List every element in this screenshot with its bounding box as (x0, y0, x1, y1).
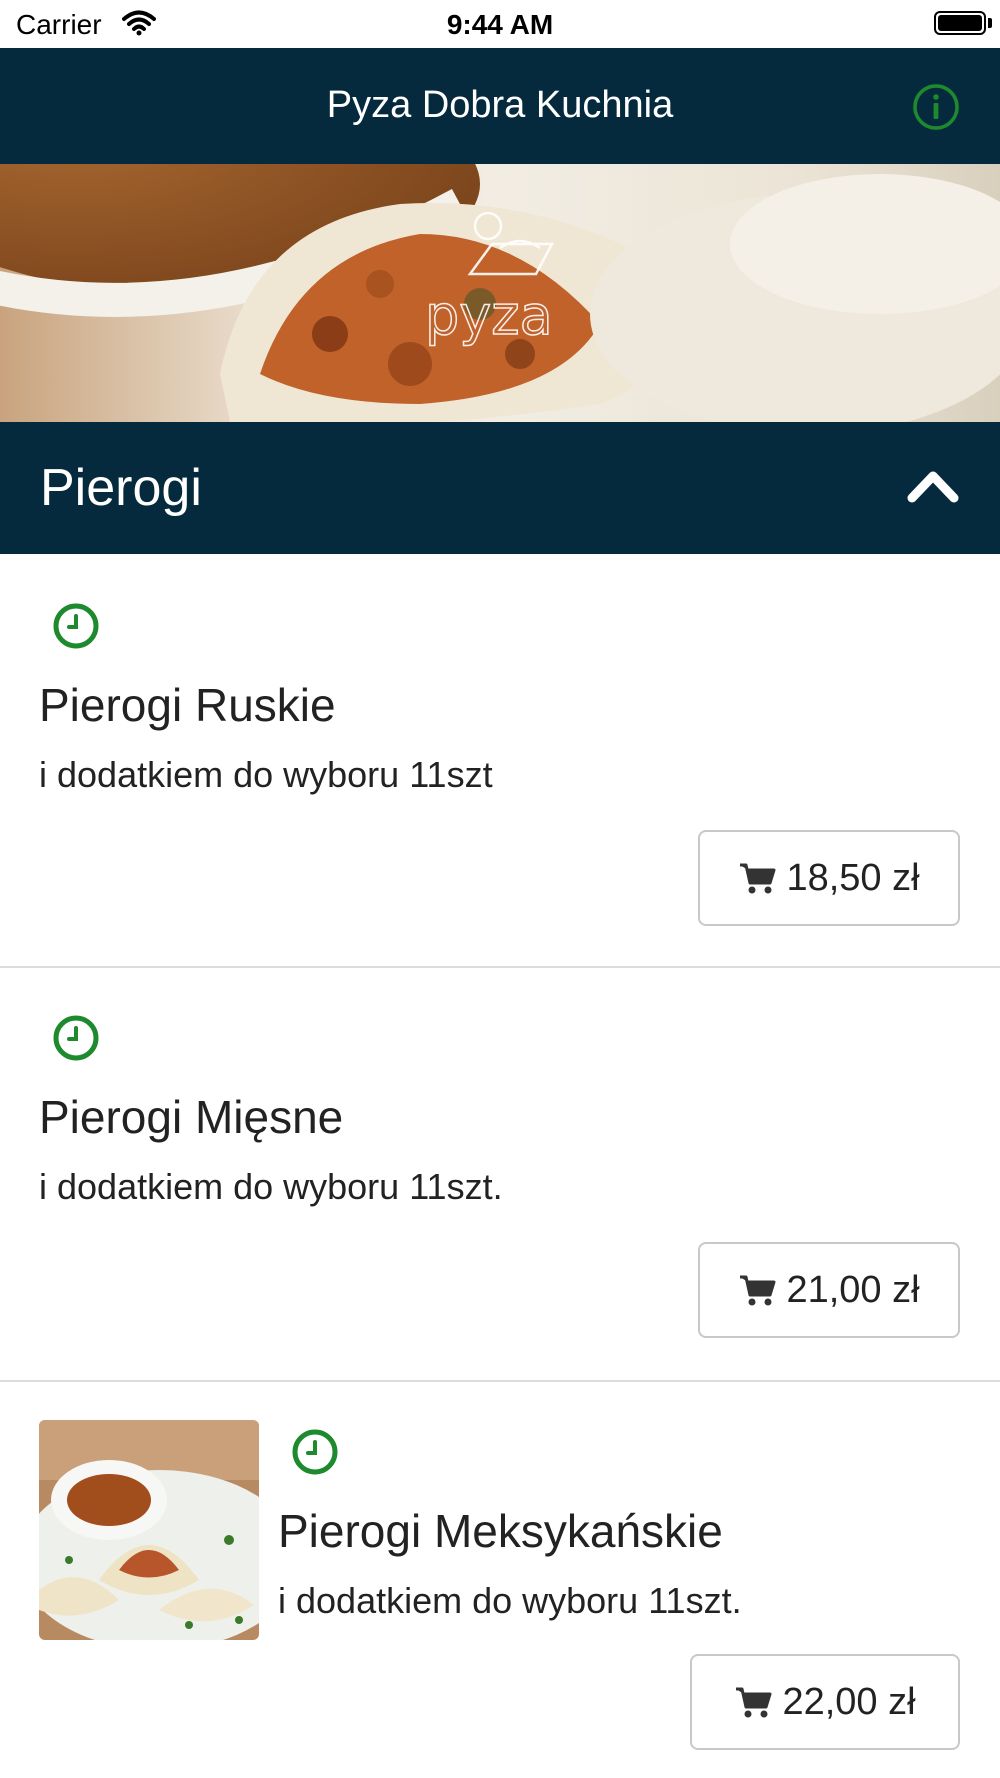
menu-item[interactable]: Pierogi Mięsne i dodatkiem do wyboru 11s… (0, 968, 1000, 1382)
clock-icon (53, 1015, 99, 1061)
nav-title: Pyza Dobra Kuchnia (326, 84, 674, 126)
battery-icon (934, 11, 986, 35)
category-title: Pierogi (40, 459, 202, 517)
chevron-up-icon[interactable] (906, 466, 960, 506)
item-description: i dodatkiem do wyboru 11szt (39, 754, 493, 795)
cart-icon (740, 863, 776, 894)
add-to-cart-button[interactable]: 22,00 zł (690, 1654, 960, 1750)
cart-icon (736, 1687, 772, 1718)
menu-item[interactable]: Pierogi Ruskie i dodatkiem do wyboru 11s… (0, 554, 1000, 968)
clock-icon (53, 603, 99, 649)
hero-banner-image: pyza (0, 164, 1000, 422)
price-label: 22,00 zł (782, 1680, 916, 1723)
item-description: i dodatkiem do wyboru 11szt. (39, 1166, 503, 1207)
price-label: 21,00 zł (786, 1268, 920, 1311)
add-to-cart-button[interactable]: 21,00 zł (698, 1242, 960, 1338)
add-to-cart-button[interactable]: 18,50 zł (698, 830, 960, 926)
item-photo (39, 1420, 259, 1640)
item-name: Pierogi Mięsne (39, 1091, 344, 1143)
price-label: 18,50 zł (786, 856, 920, 899)
battery-tip (988, 18, 992, 28)
status-bar: Carrier 9:44 AM (0, 0, 1000, 48)
category-header[interactable]: Pierogi (0, 422, 1000, 554)
info-icon[interactable] (912, 83, 960, 131)
clock-icon (292, 1429, 338, 1475)
hero-illustration: pyza (0, 164, 1000, 422)
clock-time: 9:44 AM (446, 9, 554, 40)
cart-icon (740, 1275, 776, 1306)
menu-item[interactable]: Pierogi Meksykańskie i dodatkiem do wybo… (0, 1382, 1000, 1778)
item-name: Pierogi Ruskie (39, 679, 336, 731)
item-name: Pierogi Meksykańskie (278, 1505, 723, 1557)
item-description: i dodatkiem do wyboru 11szt. (278, 1580, 742, 1621)
nav-bar: Pyza Dobra Kuchnia (0, 48, 1000, 164)
svg-text:pyza: pyza (425, 284, 553, 347)
